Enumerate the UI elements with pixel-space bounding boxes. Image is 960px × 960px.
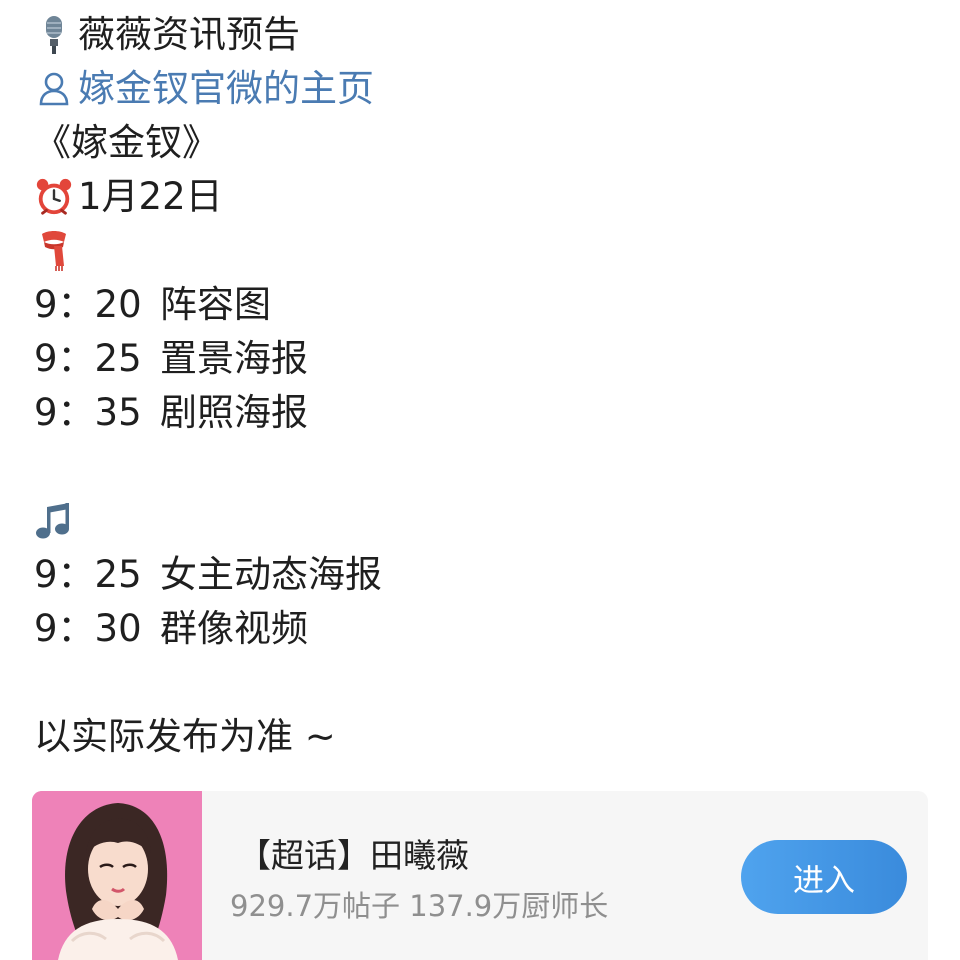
profile-link-text[interactable]: 嫁金钗官微的主页 (78, 62, 374, 116)
microphone-icon (34, 13, 74, 57)
schedule-time: 9：35 (34, 391, 142, 434)
schedule-label: 剧照海报 (160, 391, 308, 434)
schedule-item: 9：30 群像视频 (34, 602, 934, 656)
schedule-time: 9：25 (34, 553, 142, 596)
schedule-label: 阵容图 (160, 283, 271, 326)
scarf-icon (34, 229, 74, 273)
schedule-item: 9：25 置景海报 (34, 332, 934, 386)
schedule-item: 9：25 女主动态海报 (34, 548, 934, 602)
alarm-clock-icon (34, 175, 74, 219)
music-note-icon (34, 499, 74, 543)
release-note: 以实际发布为准 ~ (34, 710, 934, 764)
section-two-marker (34, 494, 934, 548)
date-line: 1月22日 (34, 170, 934, 224)
supertopic-stats: 929.7万帖子 137.9万厨师长 (230, 889, 609, 923)
release-note-text: 以实际发布为准 ~ (34, 715, 336, 758)
post-header-line: 薇薇资讯预告 (34, 8, 934, 62)
schedule-item: 9：20 阵容图 (34, 278, 934, 332)
enter-supertopic-button[interactable]: 进入 (741, 840, 907, 914)
schedule-time: 9：30 (34, 607, 142, 650)
supertopic-title[interactable]: 【超话】田曦薇 (238, 829, 469, 877)
schedule-time: 9：25 (34, 337, 142, 380)
supertopic-card[interactable]: 【超话】田曦薇 929.7万帖子 137.9万厨师长 进入 (32, 791, 928, 960)
date-text: 1月22日 (78, 175, 223, 218)
post-header-text: 薇薇资讯预告 (78, 13, 300, 56)
supertopic-cover-image[interactable] (32, 791, 202, 960)
profile-link[interactable]: 嫁金钗官微的主页 (34, 62, 934, 116)
schedule-item: 9：35 剧照海报 (34, 386, 934, 440)
schedule-label: 群像视频 (160, 607, 308, 650)
schedule-time: 9：20 (34, 283, 142, 326)
weibo-post-body: 薇薇资讯预告 嫁金钗官微的主页 《嫁金钗》 1月22日 9：20 阵容图 9：2… (34, 8, 934, 764)
section-one-marker (34, 224, 934, 278)
user-icon (34, 67, 74, 111)
drama-title: 《嫁金钗》 (34, 116, 934, 170)
drama-title-text: 《嫁金钗》 (34, 121, 219, 164)
schedule-label: 置景海报 (160, 337, 308, 380)
schedule-label: 女主动态海报 (160, 553, 382, 596)
